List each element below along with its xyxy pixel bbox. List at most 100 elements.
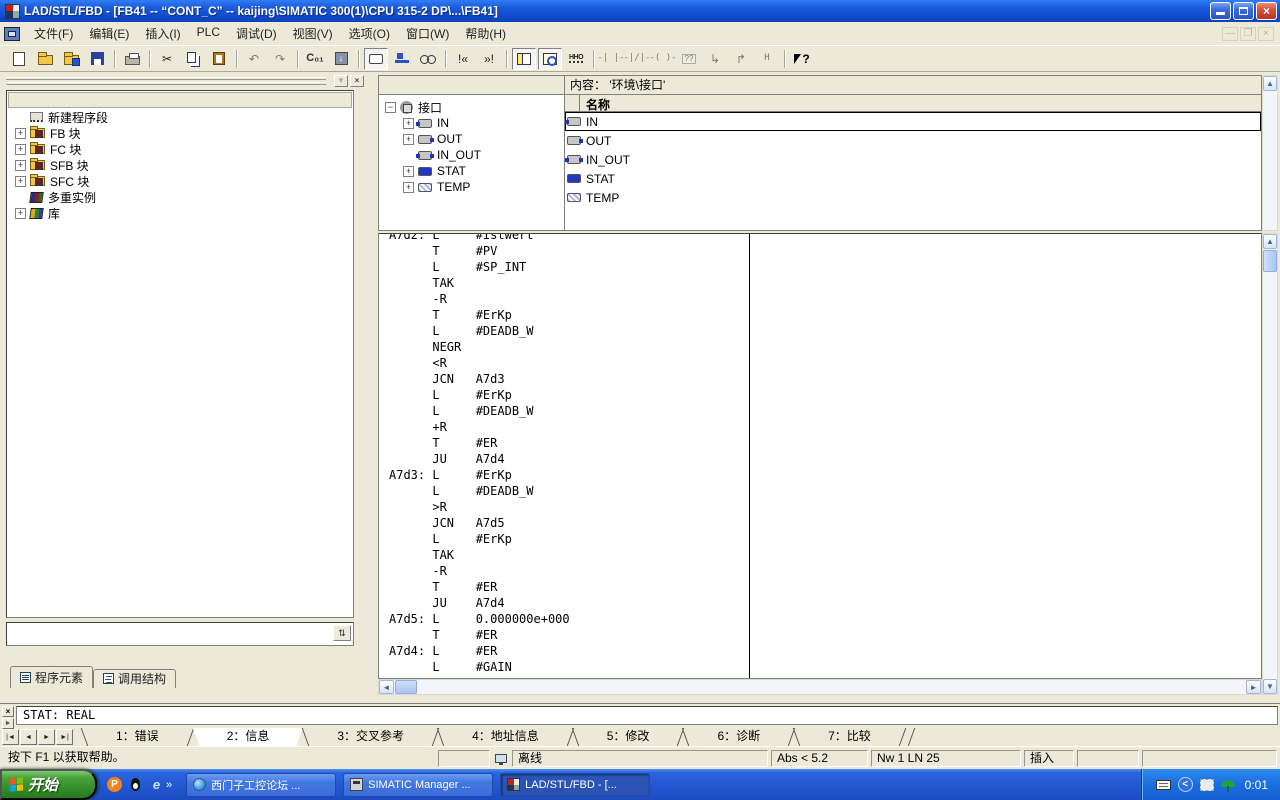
scroll-left-button[interactable]: ◄: [379, 680, 394, 694]
print-button[interactable]: [120, 48, 144, 70]
download-button[interactable]: ↓: [329, 48, 353, 70]
stl-code-editor[interactable]: A7d2: L #Istwert T #PV L #SP_INT TAK -R …: [378, 233, 1262, 679]
taskbar-task[interactable]: LAD/STL/FBD - [...: [500, 773, 650, 797]
plus-expander-icon[interactable]: +: [403, 182, 414, 193]
undo-button[interactable]: ↶: [242, 48, 266, 70]
minus-expander-icon[interactable]: −: [385, 102, 396, 113]
table-row[interactable]: IN_OUT: [565, 150, 1261, 169]
start-button[interactable]: 开始: [0, 769, 97, 800]
output-tab[interactable]: 5：修改: [573, 728, 684, 746]
menu-item[interactable]: PLC: [189, 22, 228, 45]
plus-expander-icon[interactable]: +: [15, 208, 26, 219]
symbol-info-button[interactable]: HHO: [564, 48, 588, 70]
menu-item[interactable]: 调试(D): [228, 22, 285, 45]
code-vertical-scrollbar[interactable]: ▲ ▼: [1262, 233, 1278, 695]
tab-call-structure[interactable]: 调用结构: [93, 669, 176, 688]
mdi-minimize-button[interactable]: —: [1222, 27, 1238, 41]
menu-item[interactable]: 编辑(E): [81, 22, 137, 45]
tree-item-stat[interactable]: +STAT: [379, 163, 564, 179]
dock-close-button[interactable]: ×: [350, 75, 364, 87]
table-row[interactable]: IN: [565, 112, 1261, 131]
tree-item[interactable]: +SFB 块: [7, 157, 353, 173]
mdi-restore-button[interactable]: ❐: [1240, 27, 1256, 41]
output-tab[interactable]: 1：错误: [82, 728, 193, 746]
dock-dropdown-button[interactable]: ▼: [334, 75, 348, 87]
copy-button[interactable]: [181, 48, 205, 70]
open-online-button[interactable]: [59, 48, 83, 70]
minimize-button[interactable]: [1210, 2, 1231, 20]
plus-expander-icon[interactable]: +: [15, 128, 26, 139]
language-bar-icon[interactable]: <: [1178, 777, 1193, 792]
symbol-representation-button[interactable]: [390, 48, 414, 70]
output-nav-button-1[interactable]: ◄: [20, 729, 37, 745]
tree-item-out[interactable]: +OUT: [379, 131, 564, 147]
display-tray-icon[interactable]: [1200, 779, 1214, 791]
scroll-right-button[interactable]: ►: [1246, 680, 1261, 694]
keyboard-icon[interactable]: [1156, 780, 1171, 790]
t-branch-button[interactable]: H: [755, 48, 779, 70]
update-call-button[interactable]: C₀₁: [303, 48, 327, 70]
scroll-down-button[interactable]: ▼: [1263, 679, 1277, 694]
plus-expander-icon[interactable]: +: [15, 160, 26, 171]
menu-item[interactable]: 帮助(H): [457, 22, 514, 45]
stl-code[interactable]: A7d2: L #Istwert T #PV L #SP_INT TAK -R …: [379, 233, 1261, 675]
mdi-close-button[interactable]: ×: [1258, 27, 1274, 41]
plus-expander-icon[interactable]: +: [15, 176, 26, 187]
cut-button[interactable]: ✂: [155, 48, 179, 70]
tree-item-temp[interactable]: +TEMP: [379, 179, 564, 195]
plus-expander-icon[interactable]: +: [403, 118, 414, 129]
tree-item[interactable]: 新建程序段: [7, 109, 353, 125]
scroll-up-button[interactable]: ▲: [1263, 76, 1277, 91]
redo-button[interactable]: ↷: [268, 48, 292, 70]
coil-button[interactable]: -( )-: [651, 48, 675, 70]
quick-launch-overflow[interactable]: »: [166, 779, 172, 791]
dock-header[interactable]: ▼ ×: [4, 74, 366, 88]
output-tab[interactable]: 4：地址信息: [438, 728, 573, 746]
new-file-button[interactable]: [7, 48, 31, 70]
view-overview-toggle[interactable]: [538, 48, 562, 70]
qq-icon[interactable]: [128, 777, 143, 792]
save-button[interactable]: [85, 48, 109, 70]
table-row[interactable]: STAT: [565, 169, 1261, 188]
interface-scrollbar[interactable]: ▲: [1262, 75, 1278, 231]
contact-no-button[interactable]: -| |-: [599, 48, 623, 70]
tree-item[interactable]: +库: [7, 205, 353, 221]
plus-expander-icon[interactable]: +: [403, 166, 414, 177]
menu-item[interactable]: 文件(F): [26, 22, 81, 45]
tree-item[interactable]: 多重实例: [7, 189, 353, 205]
tree-item-interface[interactable]: −接口: [379, 99, 564, 115]
next-error-button[interactable]: »!: [477, 48, 501, 70]
menu-item[interactable]: 窗口(W): [398, 22, 457, 45]
scroll-up-button[interactable]: ▲: [1263, 234, 1277, 249]
output-close-button[interactable]: ×: [2, 706, 14, 717]
horizontal-scroll-thumb[interactable]: [395, 680, 417, 694]
pps-icon[interactable]: P: [107, 777, 122, 792]
mdi-document-icon[interactable]: [4, 27, 20, 41]
menu-item[interactable]: 视图(V): [285, 22, 341, 45]
prev-error-button[interactable]: !«: [451, 48, 475, 70]
tab-program-elements[interactable]: 程序元素: [10, 666, 93, 688]
output-tab[interactable]: 2：信息: [193, 728, 304, 746]
open-file-button[interactable]: [33, 48, 57, 70]
vertical-scroll-thumb[interactable]: [1263, 250, 1277, 272]
output-nav-button-2[interactable]: ►: [38, 729, 55, 745]
menu-item[interactable]: 插入(I): [137, 22, 188, 45]
plus-expander-icon[interactable]: +: [15, 144, 26, 155]
menu-item[interactable]: 选项(O): [341, 22, 398, 45]
contact-nc-button[interactable]: -|/|-: [625, 48, 649, 70]
umbrella-tray-icon[interactable]: [1221, 780, 1235, 787]
tree-item-in_out[interactable]: IN_OUT: [379, 147, 564, 163]
sort-button[interactable]: ⇅: [333, 625, 351, 641]
output-tab[interactable]: 7：比较: [794, 728, 905, 746]
tree-item[interactable]: +FB 块: [7, 125, 353, 141]
output-nav-button-3[interactable]: ►|: [56, 729, 73, 745]
table-row[interactable]: TEMP: [565, 188, 1261, 207]
name-column-header[interactable]: 名称: [580, 95, 610, 111]
monitor-glasses-button[interactable]: [416, 48, 440, 70]
open-branch-button[interactable]: ↳: [703, 48, 727, 70]
table-row[interactable]: OUT: [565, 131, 1261, 150]
output-tab[interactable]: 3：交叉参考: [303, 728, 438, 746]
tree-item[interactable]: +FC 块: [7, 141, 353, 157]
output-tab[interactable]: 6：诊断: [683, 728, 794, 746]
paste-button[interactable]: [207, 48, 231, 70]
